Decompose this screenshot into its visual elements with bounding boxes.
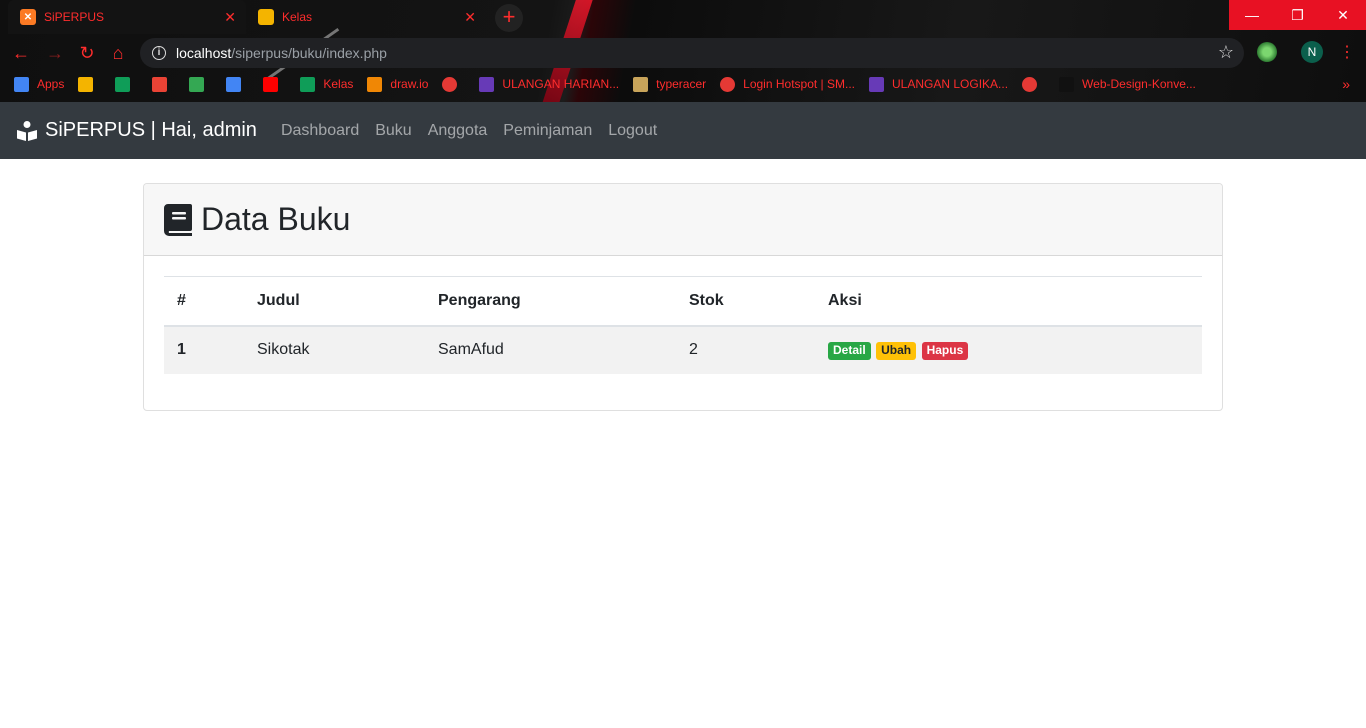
bookmark-star-icon[interactable]: ☆ bbox=[1218, 42, 1234, 63]
tab-title: Kelas bbox=[282, 10, 313, 24]
column-header-aksi: Aksi bbox=[815, 276, 1202, 327]
book-icon bbox=[164, 203, 192, 236]
drawio-icon bbox=[367, 76, 383, 92]
bookmark-item[interactable]: Web-Design-Konve... bbox=[1059, 76, 1196, 92]
bookmark-item[interactable] bbox=[1022, 76, 1045, 92]
column-header-pengarang: Pengarang bbox=[425, 276, 676, 327]
bookmark-item[interactable]: Login Hotspot | SM... bbox=[720, 76, 855, 92]
minimize-button[interactable]: — bbox=[1229, 0, 1275, 30]
card-body: # Judul Pengarang Stok Aksi 1 Sikotak Sa… bbox=[144, 256, 1222, 394]
nav-link-dashboard[interactable]: Dashboard bbox=[273, 122, 367, 140]
reader-icon bbox=[17, 120, 37, 141]
bookmark-label: ULANGAN LOGIKA... bbox=[892, 77, 1009, 91]
tab-kelas[interactable]: Kelas ✕ bbox=[246, 0, 486, 34]
gmail-icon bbox=[152, 76, 168, 92]
bookmark-label: Kelas bbox=[323, 77, 354, 91]
column-header-judul: Judul bbox=[244, 276, 425, 327]
nav-link-buku[interactable]: Buku bbox=[367, 122, 419, 140]
docs-icon bbox=[226, 76, 242, 92]
drive-icon bbox=[189, 76, 205, 92]
github-icon bbox=[1059, 76, 1075, 92]
row-judul: Sikotak bbox=[244, 325, 425, 374]
books-table: # Judul Pengarang Stok Aksi 1 Sikotak Sa… bbox=[164, 276, 1202, 374]
menu-dots-icon[interactable]: ⋮ bbox=[1339, 42, 1355, 62]
data-buku-card: Data Buku # Judul Pengarang Stok Aksi 1 … bbox=[143, 183, 1223, 411]
nav-link-peminjaman[interactable]: Peminjaman bbox=[495, 122, 600, 140]
ubah-button[interactable]: Ubah bbox=[876, 341, 917, 360]
more-bookmarks-icon[interactable]: » bbox=[1342, 76, 1350, 92]
bookmark-label: draw.io bbox=[390, 77, 429, 91]
classroom-icon bbox=[258, 9, 274, 25]
close-icon[interactable]: ✕ bbox=[464, 9, 476, 26]
apps-grid-icon bbox=[14, 76, 29, 92]
address-bar[interactable]: i localhost/siperpus/buku/index.php ☆ bbox=[140, 38, 1244, 68]
slides-icon bbox=[78, 76, 94, 92]
page-title: Data Buku bbox=[201, 201, 351, 237]
browser-chrome: ✕ SiPERPUS ✕ Kelas ✕ + — ❐ ✕ ← → ↻ ⌂ i l… bbox=[0, 0, 1366, 102]
browser-toolbar: ← → ↻ ⌂ i localhost/siperpus/buku/index.… bbox=[0, 36, 1366, 70]
bookmark-label: typeracer bbox=[656, 77, 707, 91]
forward-button[interactable]: → bbox=[44, 42, 66, 64]
globe-icon bbox=[720, 76, 736, 92]
nav-link-logout[interactable]: Logout bbox=[600, 122, 665, 140]
row-actions: Detail Ubah Hapus bbox=[815, 325, 1202, 374]
bookmark-item[interactable] bbox=[78, 76, 101, 92]
profile-avatar[interactable]: N bbox=[1301, 41, 1323, 63]
app-navbar: SiPERPUS | Hai, admin Dashboard Buku Ang… bbox=[0, 102, 1366, 159]
card-header: Data Buku bbox=[144, 184, 1222, 256]
forms-icon bbox=[869, 76, 884, 92]
bookmark-item[interactable] bbox=[189, 76, 212, 92]
row-pengarang: SamAfud bbox=[425, 325, 676, 374]
bookmark-item[interactable] bbox=[226, 76, 249, 92]
brand[interactable]: SiPERPUS | Hai, admin bbox=[16, 119, 257, 142]
xampp-icon: ✕ bbox=[20, 9, 36, 25]
bookmark-item[interactable] bbox=[152, 76, 175, 92]
bookmark-item[interactable]: ULANGAN HARIAN... bbox=[479, 76, 620, 92]
new-tab-button[interactable]: + bbox=[495, 4, 523, 32]
bookmark-item[interactable] bbox=[442, 76, 465, 92]
column-header-number: # bbox=[164, 276, 244, 327]
close-icon[interactable]: ✕ bbox=[224, 9, 236, 26]
close-window-button[interactable]: ✕ bbox=[1320, 0, 1366, 30]
forms-icon bbox=[479, 76, 495, 92]
address-host: localhost bbox=[176, 45, 232, 61]
bookmark-label: Login Hotspot | SM... bbox=[743, 77, 855, 91]
detail-button[interactable]: Detail bbox=[828, 341, 871, 360]
info-icon[interactable]: i bbox=[152, 46, 166, 60]
bookmarks-bar: Apps Kelas draw.io ULANGAN HARIAN... typerac… bbox=[0, 72, 1366, 96]
hapus-button[interactable]: Hapus bbox=[921, 341, 969, 360]
tab-siperpus[interactable]: ✕ SiPERPUS ✕ bbox=[8, 0, 246, 34]
bookmark-item[interactable]: ULANGAN LOGIKA... bbox=[869, 76, 1009, 92]
back-button[interactable]: ← bbox=[10, 42, 32, 64]
bookmark-label: Web-Design-Konve... bbox=[1082, 77, 1196, 91]
classroom-icon bbox=[300, 76, 316, 92]
typeracer-icon bbox=[633, 76, 649, 92]
bookmark-label: Apps bbox=[37, 77, 65, 91]
globe-icon bbox=[442, 76, 458, 92]
row-number: 1 bbox=[164, 325, 244, 374]
bookmark-item[interactable]: draw.io bbox=[367, 76, 429, 92]
tab-title: SiPERPUS bbox=[44, 10, 105, 24]
restore-button[interactable]: ❐ bbox=[1275, 0, 1320, 30]
classroom-icon bbox=[115, 76, 131, 92]
bookmark-item[interactable] bbox=[115, 76, 138, 92]
address-path: /siperpus/buku/index.php bbox=[231, 45, 387, 61]
brand-text: SiPERPUS | Hai, admin bbox=[45, 119, 257, 141]
bookmark-label: ULANGAN HARIAN... bbox=[502, 77, 620, 91]
table-header-row: # Judul Pengarang Stok Aksi bbox=[164, 276, 1202, 327]
bookmark-item[interactable]: Apps bbox=[14, 76, 65, 92]
table-row: 1 Sikotak SamAfud 2 Detail Ubah Hapus bbox=[164, 325, 1202, 374]
bookmark-item[interactable]: typeracer bbox=[633, 76, 707, 92]
home-button[interactable]: ⌂ bbox=[107, 42, 129, 64]
extension-icon[interactable] bbox=[1257, 42, 1277, 62]
globe-icon bbox=[1022, 76, 1038, 92]
row-stok: 2 bbox=[676, 325, 815, 374]
bookmark-item[interactable] bbox=[263, 76, 286, 92]
reload-button[interactable]: ↻ bbox=[76, 42, 98, 64]
bookmark-item[interactable]: Kelas bbox=[300, 76, 354, 92]
nav-link-anggota[interactable]: Anggota bbox=[420, 122, 496, 140]
column-header-stok: Stok bbox=[676, 276, 815, 327]
youtube-icon bbox=[263, 76, 279, 92]
